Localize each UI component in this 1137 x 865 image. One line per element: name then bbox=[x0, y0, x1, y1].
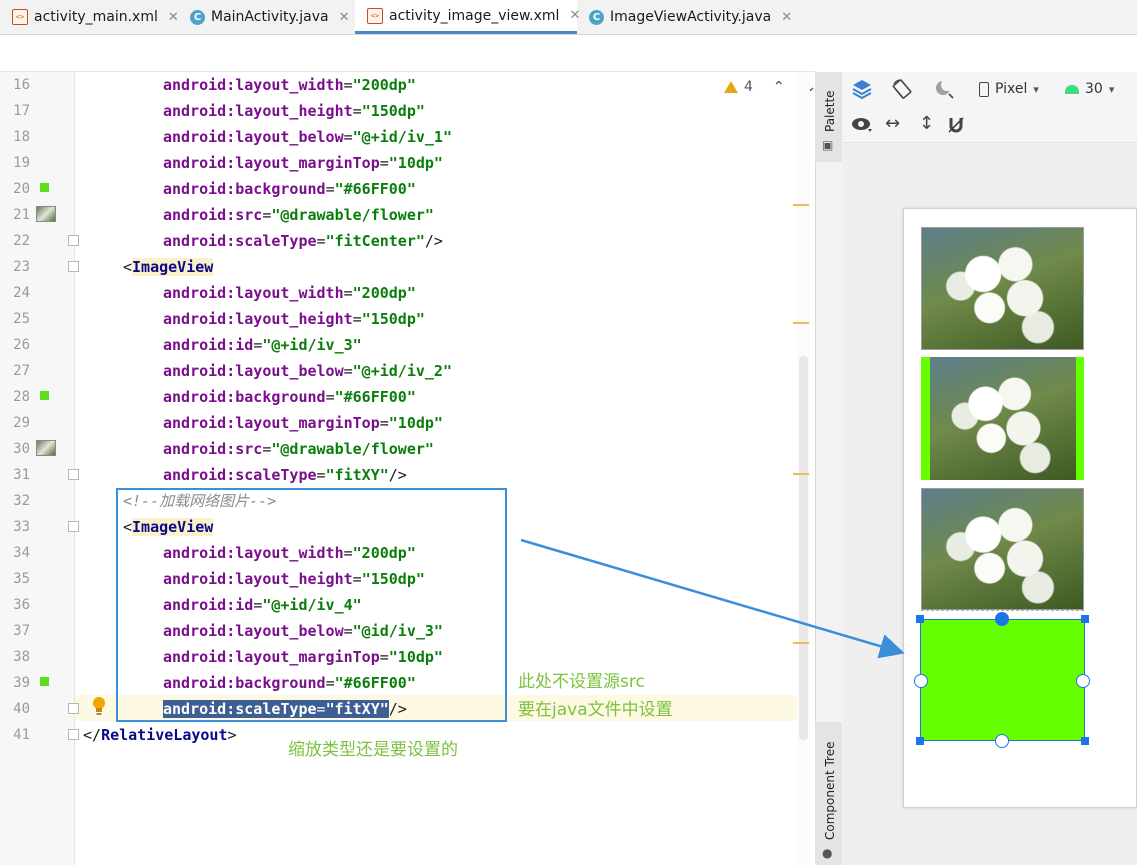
annotation-note-src: 此处不设置源src bbox=[518, 672, 645, 692]
annotation-note-scaletype: 缩放类型还是要设置的 bbox=[288, 740, 458, 760]
annotation-arrow bbox=[520, 538, 905, 659]
annotation-note-java: 要在java文件中设置 bbox=[518, 700, 673, 720]
